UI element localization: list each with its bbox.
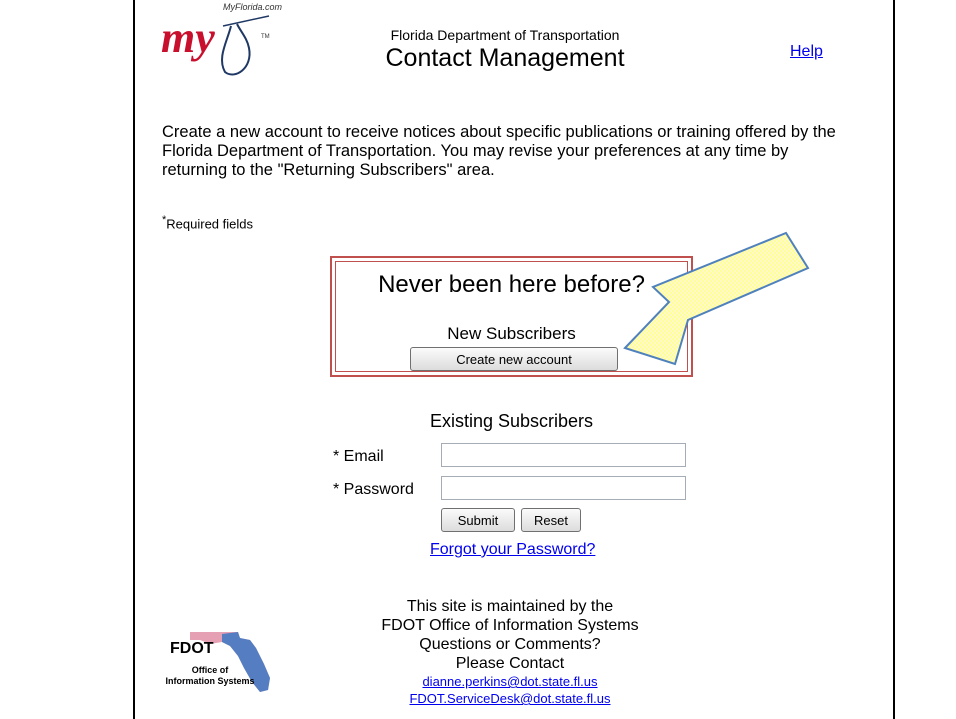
footer-line-3: Questions or Comments? — [419, 636, 601, 653]
submit-button[interactable]: Submit — [441, 508, 515, 532]
help-link[interactable]: Help — [790, 43, 823, 61]
email-input[interactable] — [441, 443, 686, 467]
page-title: Contact Management — [385, 44, 625, 72]
password-label: * Password — [333, 481, 414, 498]
footer: This site is maintained by the FDOT Offi… — [310, 597, 710, 707]
email-label: * Email — [333, 448, 384, 465]
fdot-sub-line-1: Office of — [191, 665, 229, 675]
existing-subscribers-heading: Existing Subscribers — [429, 411, 594, 431]
footer-line-2: FDOT Office of Information Systems — [381, 617, 639, 634]
footer-line-1: This site is maintained by the — [406, 598, 614, 615]
reset-button[interactable]: Reset — [521, 508, 581, 532]
page-frame-right — [893, 0, 895, 719]
new-subscribers-label: New Subscribers — [447, 324, 576, 343]
svg-text:TM: TM — [261, 34, 270, 40]
florida-map-icon — [190, 632, 270, 692]
contact-email-link-2[interactable]: FDOT.ServiceDesk@dot.state.fl.us — [310, 690, 710, 707]
create-new-account-button[interactable]: Create new account — [410, 347, 618, 371]
fdot-name: FDOT — [170, 640, 214, 657]
required-fields-text: Required fields — [166, 216, 253, 232]
fdot-logo: FDOT Office of Information Systems — [160, 628, 280, 698]
fdot-sub-line-2: Information Systems — [165, 676, 255, 686]
forgot-password-link[interactable]: Forgot your Password? — [430, 541, 595, 559]
password-input[interactable] — [441, 476, 686, 500]
footer-line-4: Please Contact — [455, 655, 565, 672]
page-frame-left — [133, 0, 135, 719]
department-name: Florida Department of Transportation — [390, 27, 620, 43]
myflorida-logo-icon: MyFlorida.com my TM — [157, 2, 292, 80]
svg-text:my: my — [161, 13, 215, 62]
never-been-here-heading: Never been here before? — [378, 271, 645, 298]
required-fields-note: *Required fields — [162, 214, 253, 231]
contact-email-link-1[interactable]: dianne.perkins@dot.state.fl.us — [310, 673, 710, 690]
fdot-subtitle: Office of Information Systems — [160, 665, 260, 687]
intro-text: Create a new account to receive notices … — [162, 123, 836, 179]
